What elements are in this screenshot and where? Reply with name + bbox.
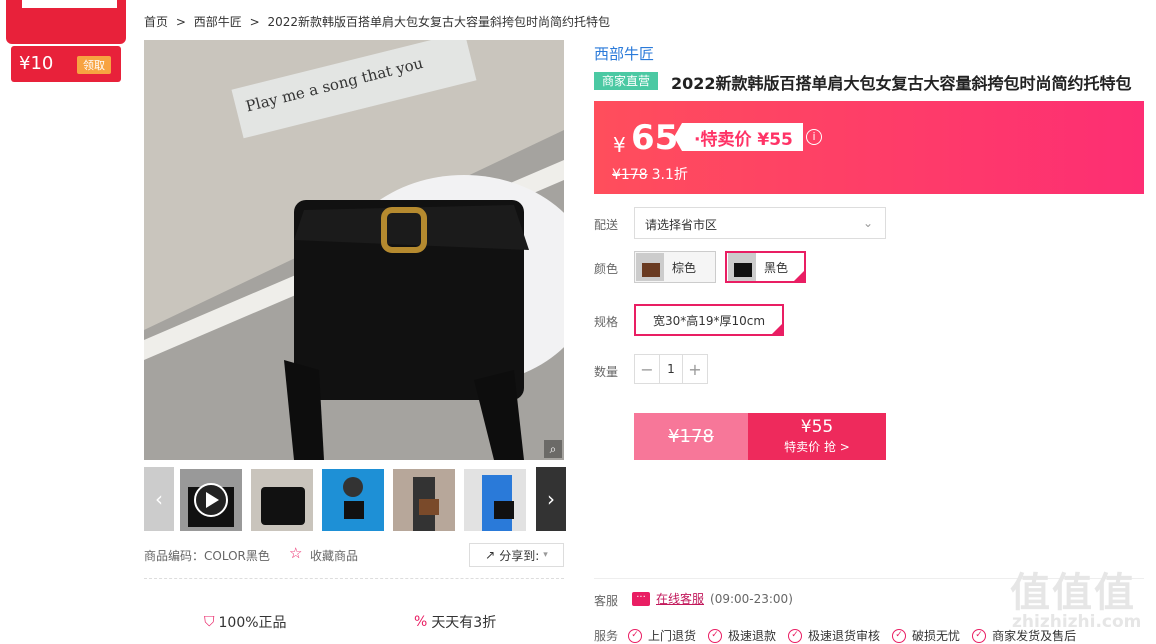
chat-icon: ··· <box>632 591 650 606</box>
divider <box>144 578 564 579</box>
breadcrumb-product: 2022新款韩版百搭单肩大包女复古大容量斜挎包时尚简约托特包 <box>267 15 611 29</box>
watermark: 值值值 <box>1010 570 1136 616</box>
region-select[interactable]: 请选择省市区 ⌄ <box>634 207 886 239</box>
service-item: ✓ 破损无忧 <box>892 627 960 644</box>
color-option-brown[interactable]: 棕色 <box>634 251 716 283</box>
color-option-black[interactable]: 黑色 <box>725 251 806 283</box>
price-currency: ¥ <box>613 133 626 157</box>
check-circle-icon: ✓ <box>972 628 987 643</box>
buy-button[interactable]: ¥178 ¥55 特卖价 抢 > <box>634 413 886 460</box>
chevron-right-icon[interactable]: › <box>536 467 566 531</box>
thumbnail[interactable] <box>464 469 526 531</box>
percent-icon: % <box>414 614 428 630</box>
customer-service: ··· 在线客服 (09:00-23:00) <box>632 590 793 607</box>
quantity-label: 数量 <box>594 365 619 379</box>
breadcrumb-home[interactable]: 首页 <box>144 15 168 29</box>
shop-name[interactable]: 西部牛匠 <box>594 43 654 64</box>
guarantee-authentic: ⛉ 100%正品 <box>204 614 287 631</box>
quantity-stepper: − 1 + <box>634 354 708 384</box>
chevron-down-icon: ▾ <box>543 550 548 560</box>
share-label: 分享到: <box>499 548 540 563</box>
star-icon[interactable]: ☆ <box>289 544 302 562</box>
direct-tag: 商家直营 <box>594 72 659 90</box>
share-button[interactable]: ↗ 分享到: ▾ <box>469 543 564 567</box>
product-title: 2022新款韩版百搭单肩大包女复古大容量斜挎包时尚简约托特包 <box>671 74 1132 93</box>
breadcrumb: 首页 > 西部牛匠 > 2022新款韩版百搭单肩大包女复古大容量斜挎包时尚简约托… <box>144 15 611 29</box>
info-icon[interactable]: i <box>806 129 822 145</box>
spec-option[interactable]: 宽30*高19*厚10cm <box>634 304 784 336</box>
buy-action: 特卖价 抢 > <box>784 440 850 454</box>
current-price: 65 <box>631 118 679 158</box>
service-item: ✓ 极速退货审核 <box>788 627 880 644</box>
delivery-label: 配送 <box>594 218 619 232</box>
special-price-badge: ·特卖价 ¥55 <box>674 123 803 151</box>
check-icon <box>792 269 806 283</box>
coupon-get-button[interactable]: 领取 <box>77 56 111 74</box>
breadcrumb-shop[interactable]: 西部牛匠 <box>194 15 242 29</box>
thumbnail-strip: ‹ › <box>144 467 566 531</box>
spec-label: 规格 <box>594 315 619 329</box>
check-icon <box>770 322 784 336</box>
buy-price: ¥55 <box>800 417 834 437</box>
coupon-card[interactable]: ¥10 领取 <box>11 46 121 82</box>
check-circle-icon: ✓ <box>788 628 803 643</box>
service-list: ✓ 上门退货 ✓ 极速退款 ✓ 极速退货审核 ✓ 破损无忧 ✓ 商家发货及售后 <box>628 627 1076 644</box>
discount-rate: 3.1折 <box>651 167 688 183</box>
watermark-url: zhizhizhi.com <box>1012 612 1142 632</box>
share-icon: ↗ <box>485 548 496 562</box>
sku-code: 商品编码：COLOR黑色 <box>144 549 270 563</box>
online-cs-link[interactable]: 在线客服 <box>656 590 704 607</box>
coupon-banner <box>6 0 126 44</box>
check-circle-icon: ✓ <box>892 628 907 643</box>
price-box: ¥ 65 ·特卖价 ¥55 i ¥178 3.1折 <box>594 101 1144 194</box>
check-circle-icon: ✓ <box>628 628 642 643</box>
quantity-input[interactable]: 1 <box>659 355 683 383</box>
service-item: ✓ 极速退款 <box>708 627 776 644</box>
service-item: ✓ 上门退货 <box>628 627 696 644</box>
shield-icon: ⛉ <box>204 614 215 630</box>
original-price-line: ¥178 3.1折 <box>612 167 688 183</box>
service-label: 服务 <box>594 629 619 643</box>
plus-button[interactable]: + <box>683 355 707 383</box>
check-circle-icon: ✓ <box>708 628 723 643</box>
chevron-left-icon[interactable]: ‹ <box>144 467 174 531</box>
thumbnail[interactable] <box>322 469 384 531</box>
minus-button[interactable]: − <box>635 355 659 383</box>
buy-original-price: ¥178 <box>634 413 748 460</box>
chevron-down-icon: ⌄ <box>862 216 873 230</box>
zoom-icon[interactable]: ⌕ <box>544 440 562 458</box>
thumbnail[interactable] <box>251 469 313 531</box>
buy-special[interactable]: ¥55 特卖价 抢 > <box>748 413 886 460</box>
cs-hours: (09:00-23:00) <box>710 591 793 606</box>
color-label: 颜色 <box>594 262 619 276</box>
guarantee-discount: % 天天有3折 <box>414 614 497 631</box>
coupon-amount: ¥10 <box>19 53 54 74</box>
favorite-link[interactable]: 收藏商品 <box>310 547 358 564</box>
thumbnail[interactable] <box>393 469 455 531</box>
thumbnail-video[interactable] <box>180 469 242 531</box>
main-product-image[interactable]: Play me a song that you ⌕ <box>144 40 564 460</box>
cs-label: 客服 <box>594 594 619 608</box>
